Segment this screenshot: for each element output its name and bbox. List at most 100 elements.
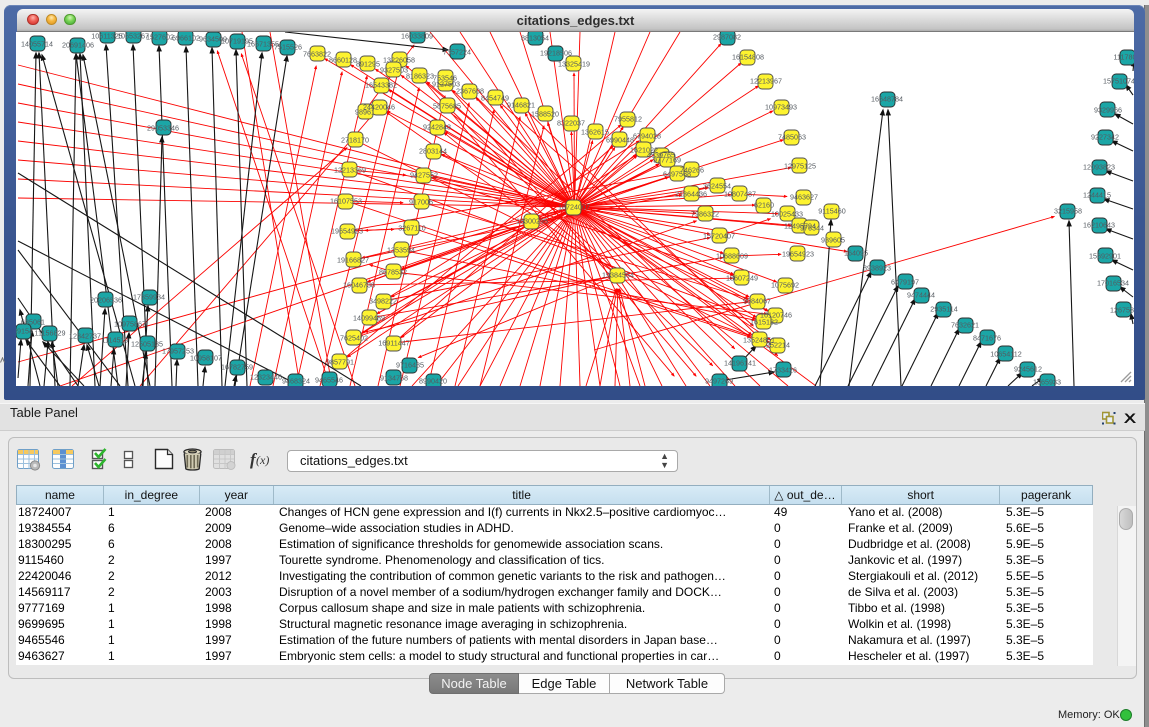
svg-text:7515526: 7515526 — [274, 42, 302, 51]
svg-text:14099489: 14099489 — [353, 313, 385, 322]
svg-text:98961: 98961 — [355, 107, 375, 116]
svg-text:16033809: 16033809 — [401, 32, 433, 41]
svg-text:12975125: 12975125 — [784, 161, 816, 170]
svg-text:7955812: 7955812 — [614, 114, 642, 123]
svg-text:8322037: 8322037 — [557, 118, 585, 127]
svg-text:9227342: 9227342 — [1091, 132, 1119, 141]
svg-text:12505135: 12505135 — [131, 339, 163, 348]
svg-text:19654923: 19654923 — [331, 226, 363, 235]
svg-text:1362615: 1362615 — [581, 127, 609, 136]
svg-text:10973493: 10973493 — [765, 102, 797, 111]
svg-text:12342737: 12342737 — [69, 331, 101, 340]
svg-text:10025433: 10025433 — [771, 209, 803, 218]
svg-text:16648784: 16648784 — [871, 94, 903, 103]
svg-text:746266: 746266 — [680, 165, 704, 174]
svg-text:891295: 891295 — [356, 59, 380, 68]
svg-text:19654923: 19654923 — [782, 249, 814, 258]
svg-text:14055714: 14055714 — [21, 39, 53, 48]
svg-text:12093823: 12093823 — [1083, 162, 1115, 171]
svg-text:17359934: 17359934 — [133, 292, 165, 301]
svg-text:9857791: 9857791 — [326, 357, 354, 366]
svg-text:16107553: 16107553 — [330, 196, 362, 205]
svg-text:252214: 252214 — [766, 340, 790, 349]
svg-text:62160: 62160 — [754, 200, 774, 209]
svg-text:10654112: 10654112 — [990, 349, 1021, 358]
svg-text:976344: 976344 — [800, 223, 824, 232]
svg-text:7357224: 7357224 — [443, 47, 471, 56]
svg-text:1244415: 1244415 — [1083, 190, 1111, 199]
svg-text:3267110: 3267110 — [398, 223, 425, 232]
svg-text:19166827: 19166827 — [337, 255, 369, 264]
svg-text:29053346: 29053346 — [147, 123, 179, 132]
svg-text:39154: 39154 — [16, 326, 33, 335]
svg-text:2367608: 2367608 — [456, 86, 484, 95]
svg-text:16210643: 16210643 — [1083, 220, 1115, 229]
svg-text:9777169: 9777169 — [653, 155, 681, 164]
svg-text:10975867: 10975867 — [114, 319, 146, 328]
svg-text:9115460: 9115460 — [818, 206, 845, 215]
svg-text:21364436: 21364436 — [675, 189, 707, 198]
svg-text:8471676: 8471676 — [973, 333, 1001, 342]
svg-text:6990448: 6990448 — [606, 135, 634, 144]
svg-text:19384554: 19384554 — [602, 270, 634, 279]
svg-text:18724007: 18724007 — [558, 202, 590, 211]
svg-text:18607249: 18607249 — [726, 273, 758, 282]
svg-text:1733426: 1733426 — [769, 365, 797, 374]
svg-text:8990420: 8990420 — [419, 376, 447, 385]
svg-text:16046738: 16046738 — [343, 280, 375, 289]
svg-text:1075692: 1075692 — [771, 280, 799, 289]
svg-text:9716485: 9716485 — [396, 360, 424, 369]
svg-text:917006: 917006 — [409, 197, 433, 206]
svg-text:7485063: 7485063 — [778, 132, 806, 141]
svg-text:3215958: 3215958 — [1054, 206, 1082, 215]
svg-text:11156829: 11156829 — [35, 328, 66, 337]
svg-text:10807487: 10807487 — [724, 189, 756, 198]
svg-text:9327503: 9327503 — [380, 65, 408, 74]
svg-text:1353594: 1353594 — [387, 245, 415, 254]
svg-text:6966102: 6966102 — [172, 33, 200, 42]
svg-text:9329966: 9329966 — [1094, 105, 1122, 114]
svg-text:8938923: 8938923 — [863, 263, 891, 272]
svg-text:7663822: 7663822 — [303, 49, 331, 58]
svg-text:9134768: 9134768 — [380, 373, 408, 382]
svg-text:9468324: 9468324 — [282, 376, 310, 385]
svg-text:1267533: 1267533 — [1110, 305, 1133, 314]
svg-text:19218506: 19218506 — [540, 48, 572, 57]
svg-text:16782759: 16782759 — [221, 362, 253, 371]
svg-text:16911447: 16911447 — [378, 338, 409, 347]
svg-text:7632621: 7632621 — [951, 320, 979, 329]
svg-text:15751074: 15751074 — [1103, 76, 1133, 85]
svg-text:15692901: 15692901 — [1089, 251, 1121, 260]
svg-text:7625402: 7625402 — [340, 333, 368, 342]
svg-text:9242848: 9242848 — [423, 122, 451, 131]
svg-text:9474444: 9474444 — [907, 290, 935, 299]
svg-text:18300295: 18300295 — [516, 216, 548, 225]
svg-text:1114519: 1114519 — [102, 335, 129, 344]
svg-text:8813054: 8813054 — [521, 33, 549, 42]
svg-text:8660128: 8660128 — [329, 55, 357, 64]
svg-text:10958107: 10958107 — [190, 353, 222, 362]
svg-text:17016534: 17016534 — [1097, 278, 1129, 287]
svg-text:9497269: 9497269 — [705, 376, 733, 385]
svg-text:9465546: 9465546 — [315, 375, 343, 384]
svg-text:14196141: 14196141 — [724, 358, 756, 367]
svg-text:12323446: 12323446 — [250, 372, 282, 381]
svg-text:9427552: 9427552 — [410, 170, 438, 179]
svg-text:6794028: 6794028 — [633, 131, 661, 140]
svg-text:9084067: 9084067 — [743, 296, 771, 305]
svg-text:12213369: 12213369 — [334, 165, 366, 174]
svg-text:(x): (x) — [256, 453, 269, 467]
svg-text:15720407: 15720407 — [703, 231, 735, 240]
svg-text:10688609: 10688609 — [716, 251, 748, 260]
svg-text:1527602: 1527602 — [146, 32, 174, 41]
svg-text:13325419: 13325419 — [558, 59, 590, 68]
svg-text:16154808: 16154808 — [732, 52, 764, 61]
svg-text:16543382: 16543382 — [365, 80, 397, 89]
svg-text:1615132: 1615132 — [750, 317, 778, 326]
svg-text:2718170: 2718170 — [341, 135, 369, 144]
svg-text:7986322: 7986322 — [691, 209, 719, 218]
svg-text:12213967: 12213967 — [750, 76, 782, 85]
svg-text:635061: 635061 — [21, 317, 45, 326]
svg-text:6479197: 6479197 — [891, 277, 919, 286]
svg-text:13226058: 13226058 — [383, 55, 415, 64]
